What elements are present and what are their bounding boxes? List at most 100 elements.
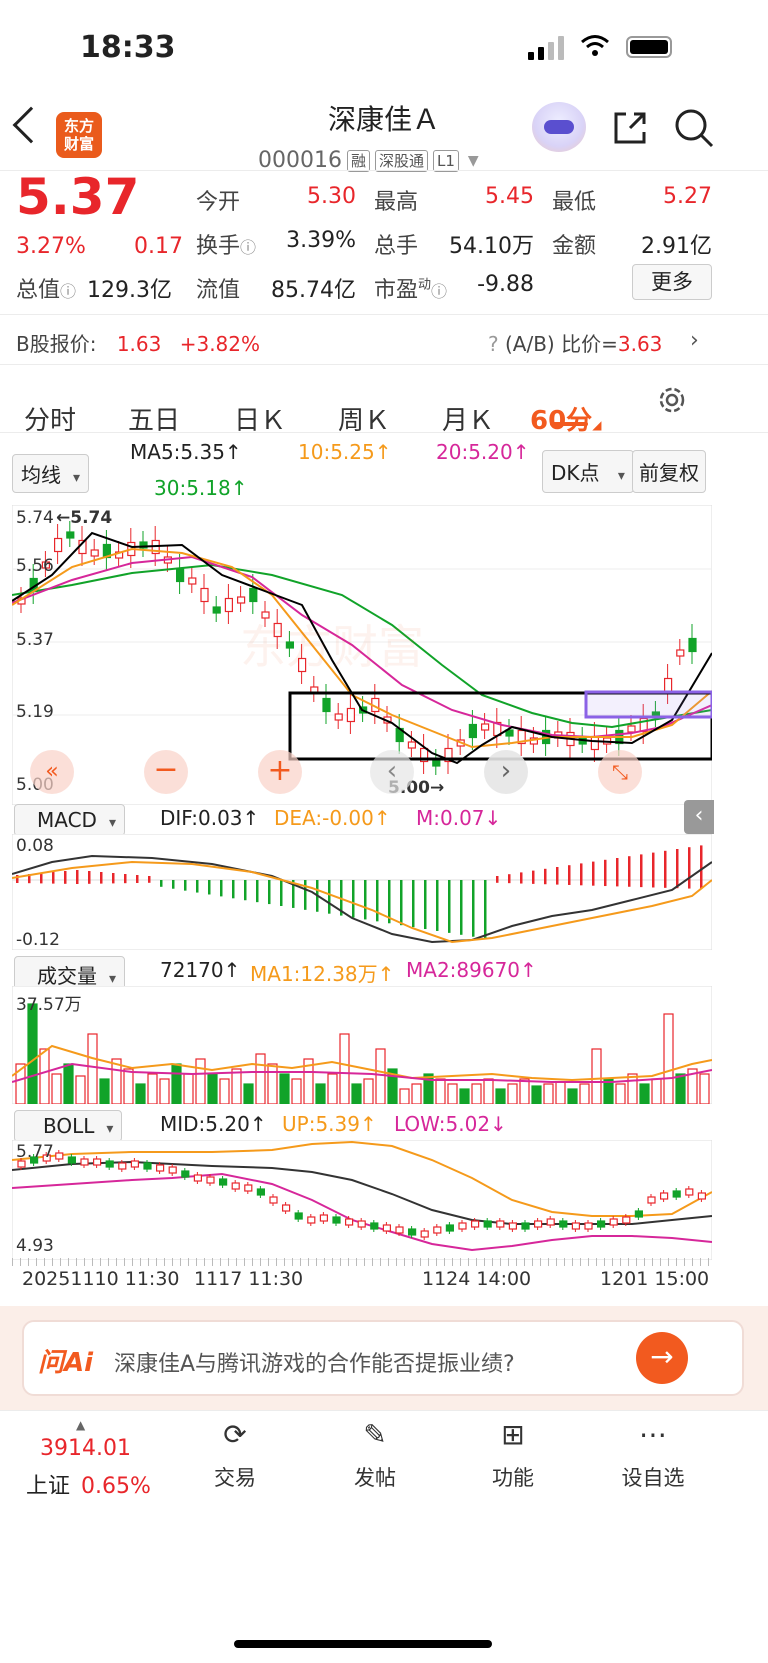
macd-bar [688,847,691,889]
macd-bar [640,854,643,888]
chevron-right-icon[interactable]: › [690,328,699,353]
price-axis-label-2: 5.56 [16,556,54,576]
macd-bar [448,880,451,933]
macd-bar [280,880,283,906]
macd-bar [412,880,415,928]
macd-bar [364,880,367,920]
time-label-2: 1117 11:30 [194,1268,304,1290]
nav-post[interactable]: ✎ 发帖 [320,1418,430,1492]
volume-bar [579,1083,590,1104]
status-time: 18:33 [80,30,176,65]
ai-question: 深康佳A与腾讯游戏的合作能否提振业绩? [114,1352,515,1377]
macd-bar [76,870,79,884]
volume-label: 总手 [374,234,419,259]
volume-ma1-legend: MA1:12.38万↑ [250,962,395,986]
change-percent: 3.27% [16,234,86,259]
index-quote[interactable]: 上证 0.65% [26,1468,151,1500]
volume-bar [483,1078,494,1104]
volume-axis-top: 37.57万 [16,995,82,1015]
arrow-right-icon[interactable]: → [636,1332,688,1384]
collapse-panel-button[interactable]: ‹ [684,800,714,834]
volume-value-legend: 72170↑ [160,958,241,982]
volume-bar [39,1048,50,1104]
macd-selector-dropdown[interactable]: MACD [14,804,125,836]
scroll-left-button[interactable]: ‹ [370,750,414,794]
volume-bar [543,1083,554,1104]
dk-point-dropdown[interactable]: DK点 [542,450,634,493]
macd-bar [52,872,55,884]
low-value: 5.27 [663,184,712,209]
share-icon[interactable] [610,108,650,148]
yen-exchange-icon: ⟳ [223,1418,247,1451]
nav-add-watchlist[interactable]: ⋯ 设自选 [598,1418,708,1492]
nav-functions[interactable]: ⊞ 功能 [458,1418,568,1492]
scroll-right-button[interactable]: › [484,750,528,794]
volume-bar [291,1078,302,1104]
open-value: 5.30 [307,184,356,209]
macd-bar [220,880,223,897]
edit-icon: ✎ [363,1418,387,1451]
macd-bar [184,880,187,891]
macd-bar [160,880,163,887]
volume-bar [195,1058,206,1104]
boll-low-legend: LOW:5.02↓ [394,1112,507,1136]
macd-m-legend: M:0.07↓ [416,806,502,830]
pe-value: -9.88 [477,272,534,297]
search-icon[interactable] [672,106,716,150]
macd-bar [232,880,235,899]
macd-bar [40,873,43,884]
zoom-in-button[interactable]: + [258,750,302,794]
volume-bar [27,1003,38,1104]
macd-bar [616,858,619,887]
macd-bar [268,880,271,905]
nav-trade[interactable]: ⟳ 交易 [180,1418,290,1492]
index-value[interactable]: 3914.01 [40,1436,131,1461]
robot-avatar-button[interactable] [532,102,586,152]
macd-bar [700,845,703,889]
chevron-down-icon[interactable]: ▼ [468,153,479,169]
ai-question-bar[interactable]: 问Ai 深康佳A与腾讯游戏的合作能否提振业绩? → [22,1320,744,1396]
gear-icon[interactable] [656,384,688,416]
volume-bar [231,1068,242,1104]
volume-bar [207,1073,218,1104]
volume-bar [75,1075,86,1104]
volume-bar [87,1033,98,1104]
macd-bar [400,880,403,926]
volume-bar [147,1073,158,1104]
zoom-out-button[interactable]: − [144,750,188,794]
boll-up-legend: UP:5.39↑ [282,1112,377,1136]
turnover-value: 3.39% [286,228,356,253]
boll-selector-dropdown[interactable]: BOLL [14,1110,123,1142]
more-button[interactable]: 更多 [632,264,712,300]
time-label-3: 1124 14:00 [422,1268,532,1290]
volume-bar [255,1053,266,1104]
macd-axis-top: 0.08 [16,836,54,856]
macd-bar [484,880,487,939]
volume-bar [615,1083,626,1104]
grid-icon: ⊞ [501,1418,525,1451]
macd-bar [652,852,655,888]
macd-bar [196,880,199,893]
boll-axis-top: 5.77 [16,1142,54,1162]
volume-bar [363,1078,374,1104]
amount-value: 2.91亿 [641,234,712,259]
macd-bar [148,876,151,883]
ma5-legend: MA5:5.35↑ [130,440,242,464]
volume-bar [555,1081,566,1104]
macd-bar [472,880,475,937]
max-price-marker: ←5.74 [56,508,113,528]
rewind-button[interactable]: « [30,750,74,794]
tag-connect: 深股通 [375,149,429,172]
volume-bar [99,1078,110,1104]
tag-level: L1 [433,149,459,172]
ma-selector-dropdown[interactable]: 均线 [12,454,90,493]
macd-bar [556,867,559,885]
adjust-button[interactable]: 前复权 [632,450,706,493]
volume-bar [507,1083,518,1104]
macd-bar [304,880,307,910]
volume-bar [591,1048,602,1104]
more-dots-icon: ⋯ [639,1418,667,1451]
home-indicator [234,1640,492,1648]
boll-chart [12,1140,712,1260]
fullscreen-button[interactable]: ⤡ [598,750,642,794]
